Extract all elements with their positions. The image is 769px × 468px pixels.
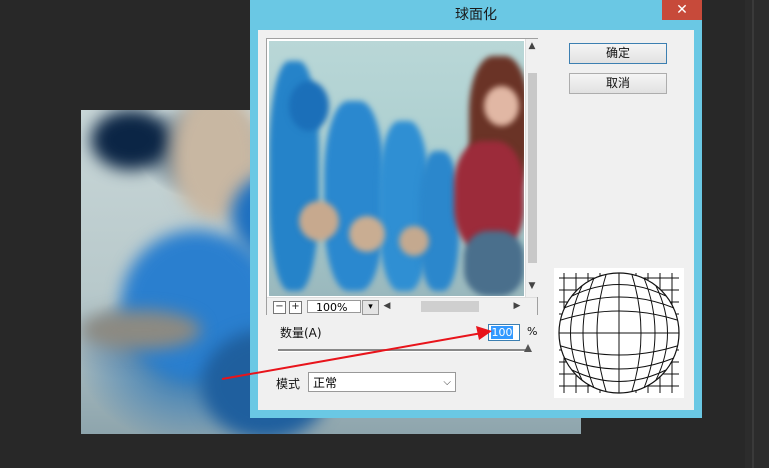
annotation-arrow bbox=[221, 326, 492, 380]
